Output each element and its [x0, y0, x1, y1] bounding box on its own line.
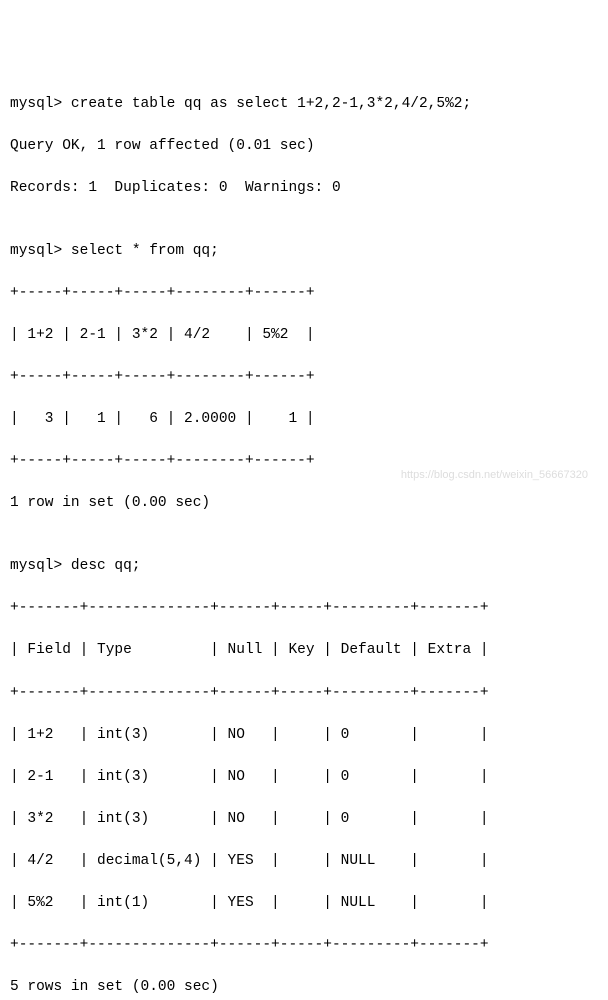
prompt-desc: mysql> desc qq;: [10, 556, 598, 577]
query-ok: Query OK, 1 row affected (0.01 sec): [10, 136, 598, 157]
table2-border-top: +-------+--------------+------+-----+---…: [10, 598, 598, 619]
table2-row-3: | 3*2 | int(3) | NO | | 0 | |: [10, 809, 598, 830]
table1-border-top: +-----+-----+-----+--------+------+: [10, 283, 598, 304]
table1-border-mid: +-----+-----+-----+--------+------+: [10, 367, 598, 388]
records-summary: Records: 1 Duplicates: 0 Warnings: 0: [10, 178, 598, 199]
table2-rowcount: 5 rows in set (0.00 sec): [10, 977, 598, 998]
prompt-select: mysql> select * from qq;: [10, 241, 598, 262]
table2-header: | Field | Type | Null | Key | Default | …: [10, 640, 598, 661]
table2-row-2: | 2-1 | int(3) | NO | | 0 | |: [10, 767, 598, 788]
table2-row-1: | 1+2 | int(3) | NO | | 0 | |: [10, 725, 598, 746]
table2-border-mid: +-------+--------------+------+-----+---…: [10, 683, 598, 704]
table1-header: | 1+2 | 2-1 | 3*2 | 4/2 | 5%2 |: [10, 325, 598, 346]
prompt-create-table: mysql> create table qq as select 1+2,2-1…: [10, 94, 598, 115]
watermark-text: https://blog.csdn.net/weixin_56667320: [401, 468, 588, 484]
table1-row: | 3 | 1 | 6 | 2.0000 | 1 |: [10, 409, 598, 430]
table2-row-4: | 4/2 | decimal(5,4) | YES | | NULL | |: [10, 851, 598, 872]
table2-row-5: | 5%2 | int(1) | YES | | NULL | |: [10, 893, 598, 914]
table1-rowcount: 1 row in set (0.00 sec): [10, 493, 598, 514]
table2-border-bottom: +-------+--------------+------+-----+---…: [10, 935, 598, 956]
